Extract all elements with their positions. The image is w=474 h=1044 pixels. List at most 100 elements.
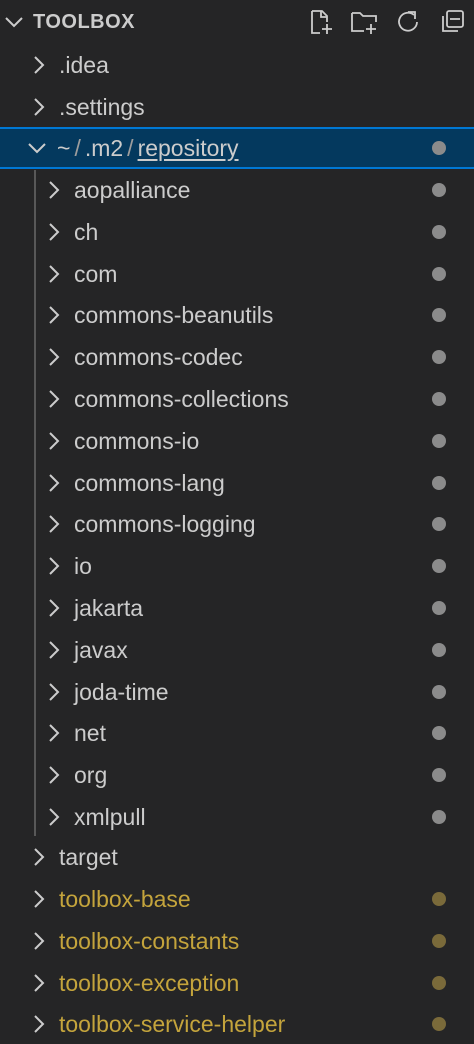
decoration-dot bbox=[432, 559, 446, 573]
tree-item-label: joda-time bbox=[74, 679, 169, 705]
chevron-right-icon bbox=[49, 599, 60, 617]
tree-item-commons-beanutils[interactable]: commons-beanutils bbox=[0, 294, 474, 336]
refresh-button[interactable] bbox=[386, 6, 430, 38]
tree-item-javax[interactable]: javax bbox=[0, 629, 474, 671]
chevron-right-icon bbox=[49, 557, 60, 575]
tree-item-toolbox-base[interactable]: toolbox-base bbox=[0, 878, 474, 920]
tree-item-commons-codec[interactable]: commons-codec bbox=[0, 336, 474, 378]
chevron-right-icon bbox=[49, 641, 60, 659]
chevron-right-icon bbox=[49, 808, 60, 826]
chevron-right-icon bbox=[34, 1015, 45, 1033]
decoration-dot bbox=[432, 476, 446, 490]
path-segment-m2[interactable]: .m2 bbox=[85, 135, 123, 161]
decoration-dot bbox=[432, 810, 446, 824]
chevron-down-icon[interactable] bbox=[2, 10, 26, 34]
tree-item-target[interactable]: target bbox=[0, 836, 474, 878]
tree-item-label: org bbox=[74, 762, 108, 788]
tree-item-joda-time[interactable]: joda-time bbox=[0, 671, 474, 713]
tree-item-repository[interactable]: ~ / .m2/repository bbox=[0, 127, 474, 169]
chevron-right-icon bbox=[34, 974, 45, 992]
tree-item-toolbox-exception[interactable]: toolbox-exception bbox=[0, 962, 474, 1004]
decoration-dot bbox=[432, 225, 446, 239]
tree-item-label: io bbox=[74, 553, 92, 579]
tree-item-settings[interactable]: .settings bbox=[0, 86, 474, 128]
tree-item-label: .idea bbox=[59, 52, 109, 78]
tree-item-aopalliance[interactable]: aopalliance bbox=[0, 169, 474, 211]
new-file-button[interactable] bbox=[298, 6, 342, 38]
tree-item-label: toolbox-constants bbox=[59, 928, 240, 954]
tree-item-commons-logging[interactable]: commons-logging bbox=[0, 503, 474, 545]
collapse-all-button[interactable] bbox=[430, 6, 474, 38]
path-segment-home[interactable]: ~ bbox=[57, 135, 70, 161]
tree-item-label: com bbox=[74, 261, 118, 287]
tree-item-xmlpull[interactable]: xmlpull bbox=[0, 796, 474, 838]
tree-item-label: commons-collections bbox=[74, 386, 289, 412]
explorer-header[interactable]: TOOLBOX bbox=[0, 0, 474, 44]
path-separator: / bbox=[127, 135, 134, 161]
tree-item-io[interactable]: io bbox=[0, 545, 474, 587]
decoration-dot bbox=[432, 183, 446, 197]
chevron-right-icon bbox=[34, 98, 45, 116]
tree-item-label: aopalliance bbox=[74, 177, 191, 203]
decoration-dot bbox=[432, 934, 446, 948]
tree-item-commons-io[interactable]: commons-io bbox=[0, 420, 474, 462]
tree-item-label: toolbox-service-helper bbox=[59, 1011, 286, 1037]
decoration-dot bbox=[432, 892, 446, 906]
chevron-right-icon bbox=[49, 766, 60, 784]
decoration-dot bbox=[432, 308, 446, 322]
chevron-right-icon bbox=[49, 390, 60, 408]
chevron-right-icon bbox=[49, 683, 60, 701]
decoration-dot bbox=[432, 392, 446, 406]
decoration-dot bbox=[432, 601, 446, 615]
decoration-dot bbox=[432, 350, 446, 364]
tree-item-label: commons-beanutils bbox=[74, 302, 274, 328]
new-file-icon bbox=[311, 10, 332, 34]
tree-item-jakarta[interactable]: jakarta bbox=[0, 587, 474, 629]
decoration-dot bbox=[432, 141, 446, 155]
path-separator: / bbox=[74, 135, 81, 161]
tree-item-com[interactable]: com bbox=[0, 253, 474, 295]
chevron-right-icon bbox=[34, 890, 45, 908]
tree-item-net[interactable]: net bbox=[0, 712, 474, 754]
tree-item-label: javax bbox=[74, 637, 128, 663]
tree-item-label: xmlpull bbox=[74, 804, 146, 830]
tree-item-label: commons-logging bbox=[74, 511, 256, 537]
tree-item-label: commons-io bbox=[74, 428, 200, 454]
new-folder-icon bbox=[351, 12, 377, 34]
path-segment-repository[interactable]: repository bbox=[138, 135, 239, 161]
decoration-dot bbox=[432, 643, 446, 657]
chevron-right-icon bbox=[34, 56, 45, 74]
tree-item-commons-collections[interactable]: commons-collections bbox=[0, 378, 474, 420]
chevron-right-icon bbox=[49, 181, 60, 199]
tree-item-label: toolbox-exception bbox=[59, 970, 240, 996]
decoration-dot bbox=[432, 685, 446, 699]
chevron-right-icon bbox=[49, 223, 60, 241]
tree-item-label: net bbox=[74, 720, 106, 746]
decoration-dot bbox=[432, 768, 446, 782]
tree-item-label: commons-lang bbox=[74, 470, 225, 496]
tree-item-label: ch bbox=[74, 219, 99, 245]
chevron-right-icon bbox=[49, 724, 60, 742]
chevron-right-icon bbox=[49, 515, 60, 533]
tree-item-label: jakarta bbox=[74, 595, 144, 621]
explorer-panel: TOOLBOX .idea .settings ~ / .m2 / reposi… bbox=[0, 0, 474, 1044]
refresh-icon bbox=[398, 11, 418, 32]
tree-item-toolbox-constants[interactable]: toolbox-constants bbox=[0, 920, 474, 962]
chevron-right-icon bbox=[49, 265, 60, 283]
decoration-dot bbox=[432, 976, 446, 990]
new-folder-button[interactable] bbox=[342, 6, 386, 38]
tree-item-idea[interactable]: .idea bbox=[0, 44, 474, 86]
tree-item-label: commons-codec bbox=[74, 344, 243, 370]
decoration-dot bbox=[432, 726, 446, 740]
chevron-right-icon bbox=[34, 932, 45, 950]
tree-item-commons-lang[interactable]: commons-lang bbox=[0, 462, 474, 504]
decoration-dot bbox=[432, 267, 446, 281]
tree-item-toolbox-service-helper[interactable]: toolbox-service-helper bbox=[0, 1003, 474, 1044]
chevron-right-icon bbox=[49, 348, 60, 366]
chevron-right-icon bbox=[49, 474, 60, 492]
tree-item-ch[interactable]: ch bbox=[0, 211, 474, 253]
decoration-dot bbox=[432, 517, 446, 531]
tree-item-org[interactable]: org bbox=[0, 754, 474, 796]
chevron-right-icon bbox=[34, 848, 45, 866]
collapse-all-icon bbox=[442, 10, 464, 32]
